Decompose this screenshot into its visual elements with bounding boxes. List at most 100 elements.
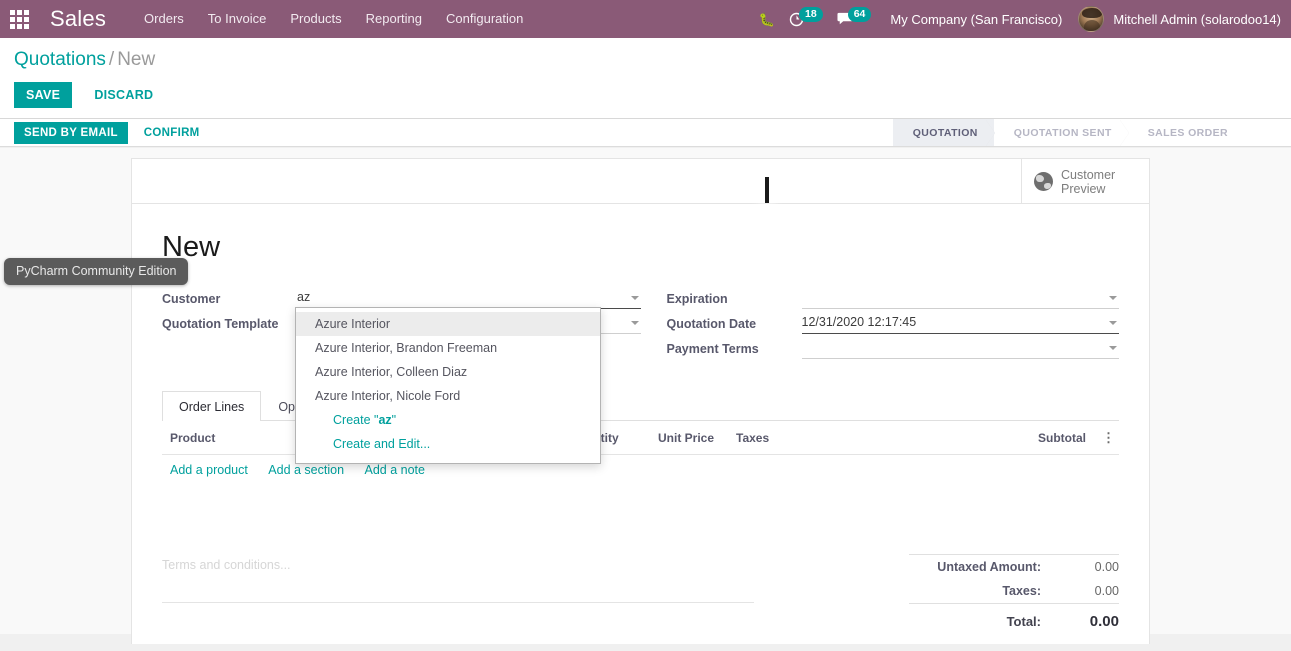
status-step-quotation-sent[interactable]: QUOTATION SENT	[993, 119, 1129, 146]
taxes-label: Taxes:	[1002, 584, 1041, 598]
field-label-quotation-date: Quotation Date	[666, 317, 757, 331]
field-label-customer: Customer	[162, 292, 221, 306]
save-button[interactable]: SAVE	[14, 82, 73, 108]
create-prefix: Create "	[333, 413, 379, 427]
user-name-label: Mitchell Admin (solarodoo14)	[1113, 11, 1281, 27]
nav-item-reporting[interactable]: Reporting	[354, 0, 434, 38]
breadcrumb-separator: /	[108, 49, 115, 70]
totals-row-taxes: Taxes: 0.00	[909, 579, 1119, 604]
customer-input-wrapper[interactable]: az	[297, 288, 641, 309]
column-header-subtotal[interactable]: Subtotal	[1004, 421, 1094, 455]
autocomplete-option-colleen-diaz[interactable]: Azure Interior, Colleen Diaz	[296, 360, 600, 384]
company-switcher[interactable]: My Company (San Francisco)	[878, 12, 1072, 27]
messages-count-badge: 64	[847, 6, 872, 22]
vertical-dots-icon[interactable]: ⋮	[1102, 430, 1115, 445]
nav-item-products[interactable]: Products	[278, 0, 353, 38]
bug-icon[interactable]: 🐛	[752, 0, 782, 38]
add-a-product-link[interactable]: Add a product	[170, 463, 248, 477]
table-spacer-row	[162, 486, 1119, 544]
control-panel: Quotations / New SAVE DISCARD	[0, 38, 1291, 119]
sheet-footer: Terms and conditions... Untaxed Amount: …	[162, 554, 1119, 651]
apps-grid-icon[interactable]	[0, 0, 38, 38]
autocomplete-create-option[interactable]: Create "az"	[296, 408, 600, 432]
sheet-body: New Customer az Quotation Template Expir…	[132, 204, 1149, 651]
column-options-button[interactable]: ⋮	[1094, 421, 1119, 455]
globe-icon	[1034, 172, 1053, 191]
tab-order-lines[interactable]: Order Lines	[162, 391, 262, 421]
column-header-unit-price[interactable]: Unit Price	[650, 421, 728, 455]
chevron-down-icon[interactable]	[630, 296, 639, 300]
user-menu[interactable]: Mitchell Admin (solarodoo14)	[1072, 6, 1281, 32]
create-term: az	[378, 413, 392, 427]
autocomplete-option-brandon-freeman[interactable]: Azure Interior, Brandon Freeman	[296, 336, 600, 360]
nav-item-configuration[interactable]: Configuration	[434, 0, 535, 38]
app-brand-sales[interactable]: Sales	[50, 6, 106, 32]
activities-menu[interactable]: 18	[782, 0, 830, 38]
payment-terms-input-wrapper[interactable]	[801, 338, 1119, 359]
expiration-input-wrapper[interactable]	[801, 288, 1119, 309]
customer-autocomplete-dropdown[interactable]: Azure Interior Azure Interior, Brandon F…	[295, 307, 601, 464]
autocomplete-create-and-edit-option[interactable]: Create and Edit...	[296, 432, 600, 456]
discard-button[interactable]: DISCARD	[82, 82, 165, 108]
untaxed-amount-label: Untaxed Amount:	[909, 554, 1055, 579]
add-a-section-link[interactable]: Add a section	[268, 463, 344, 477]
confirm-button[interactable]: CONFIRM	[134, 122, 210, 144]
text-cursor	[765, 177, 769, 203]
field-label-quotation-template: Quotation Template	[162, 317, 279, 331]
messages-menu[interactable]: 64	[830, 0, 879, 38]
stat-button-box: Customer Preview	[132, 159, 1149, 204]
page-title: New	[162, 231, 221, 263]
field-label-expiration: Expiration	[666, 292, 728, 306]
activities-count-badge: 18	[799, 6, 823, 22]
breadcrumb: Quotations / New	[14, 48, 155, 72]
avatar	[1078, 6, 1105, 32]
field-payment-terms: Payment Terms	[666, 338, 1119, 363]
top-navbar: Sales Orders To Invoice Products Reporti…	[0, 0, 1291, 38]
status-step-sales-order[interactable]: SALES ORDER	[1127, 119, 1248, 146]
customer-preview-line1: Customer	[1061, 167, 1116, 182]
order-lines-body: Add a product Add a section Add a note	[162, 455, 1119, 545]
field-expiration: Expiration	[666, 288, 1119, 313]
breadcrumb-quotations[interactable]: Quotations	[14, 49, 106, 70]
chevron-down-icon[interactable]	[1109, 296, 1117, 300]
action-bar: SEND BY EMAIL CONFIRM QUOTATION QUOTATIO…	[0, 119, 1291, 147]
status-step-quotation[interactable]: QUOTATION	[892, 119, 995, 146]
column-header-taxes[interactable]: Taxes	[728, 421, 1004, 455]
os-window-tooltip: PyCharm Community Edition	[4, 258, 189, 285]
terms-section[interactable]: Terms and conditions...	[162, 554, 782, 635]
navbar-menu: Orders To Invoice Products Reporting Con…	[132, 0, 535, 38]
workflow-buttons: SEND BY EMAIL CONFIRM	[14, 119, 210, 146]
form-column-right: Expiration Quotation Date 12/31/2020 12:…	[641, 288, 1120, 363]
chevron-down-icon[interactable]	[630, 321, 639, 325]
totals-row-total: Total: 0.00	[909, 603, 1119, 635]
customer-preview-line2: Preview	[1061, 181, 1106, 196]
record-sheet: Customer Preview New Customer az Quotati…	[131, 158, 1150, 644]
navbar-right-tools: 🐛 18 64 My Company (San Francisco) Mitch…	[752, 0, 1291, 38]
quotation-date-input-wrapper[interactable]: 12/31/2020 12:17:45	[801, 313, 1120, 334]
field-quotation-date: Quotation Date 12/31/2020 12:17:45	[666, 313, 1120, 338]
add-a-note-link[interactable]: Add a note	[365, 463, 425, 477]
status-bar: QUOTATION QUOTATION SENT SALES ORDER	[892, 119, 1248, 146]
quotation-date-input[interactable]: 12/31/2020 12:17:45	[802, 313, 1120, 332]
breadcrumb-current: New	[117, 49, 156, 70]
untaxed-amount-value: 0.00	[1055, 554, 1119, 579]
autocomplete-option-azure-interior[interactable]: Azure Interior	[296, 312, 600, 336]
form-view-background: Customer Preview New Customer az Quotati…	[0, 148, 1291, 644]
totals-row-untaxed: Untaxed Amount: 0.00	[909, 554, 1119, 579]
table-spacer-cell	[162, 486, 1119, 544]
terms-and-conditions-input[interactable]: Terms and conditions...	[162, 554, 754, 603]
totals-table: Untaxed Amount: 0.00 Taxes: 0.00 Total: …	[909, 554, 1119, 635]
send-by-email-button[interactable]: SEND BY EMAIL	[14, 121, 128, 144]
chevron-down-icon[interactable]	[1109, 346, 1117, 350]
chevron-down-icon[interactable]	[1109, 321, 1117, 325]
bug-glyph: 🐛	[758, 11, 776, 27]
field-label-payment-terms: Payment Terms	[666, 342, 759, 356]
customer-preview-button[interactable]: Customer Preview	[1021, 159, 1149, 204]
nav-item-orders[interactable]: Orders	[132, 0, 196, 38]
totals-body: Untaxed Amount: 0.00 Taxes: 0.00 Total: …	[909, 554, 1119, 635]
autocomplete-option-nicole-ford[interactable]: Azure Interior, Nicole Ford	[296, 384, 600, 408]
total-value: 0.00	[1055, 603, 1119, 635]
customer-input[interactable]: az	[297, 288, 641, 307]
nav-item-to-invoice[interactable]: To Invoice	[196, 0, 279, 38]
taxes-value: 0.00	[1094, 584, 1119, 598]
